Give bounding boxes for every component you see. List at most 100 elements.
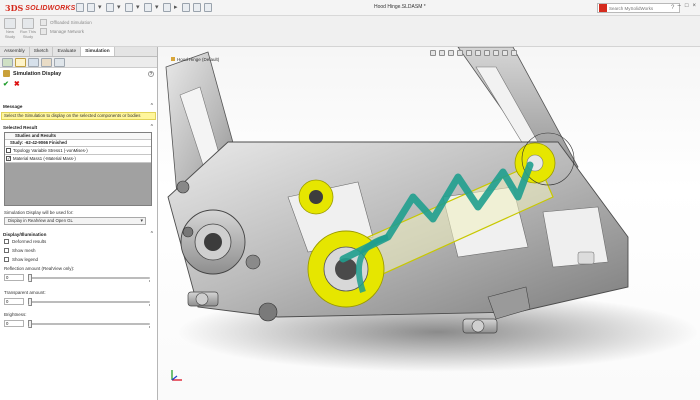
deformed-results-checkbox[interactable]: Deformed results — [4, 239, 46, 244]
play-icon[interactable]: ▸ — [174, 3, 179, 12]
reflection-slider-row: 0 — [4, 273, 154, 283]
chevron-down-icon[interactable]: ▾ — [136, 3, 141, 12]
appearance-icon[interactable] — [493, 50, 499, 56]
window-controls: – □ × — [678, 3, 696, 9]
scene-icon[interactable] — [502, 50, 508, 56]
result-item-stress[interactable]: Topology Variable Stress1 (-vonMises-) — [5, 147, 151, 155]
bracket-cutout-3 — [542, 206, 609, 268]
selected-result-section-header[interactable]: Selected Result ⌃ — [0, 123, 157, 131]
view-orientation-icon[interactable] — [466, 50, 472, 56]
manage-network-label: Manage Network — [50, 29, 85, 34]
result-checkbox[interactable] — [6, 148, 11, 153]
help-icon[interactable]: ? — [671, 5, 674, 11]
previous-view-icon[interactable] — [448, 50, 454, 56]
undo-icon[interactable] — [163, 3, 171, 12]
help-icon[interactable]: ? — [148, 70, 154, 77]
triad-icon — [171, 370, 182, 381]
quick-access-toolbar: ▾ ▾ ▾ ▾ ▸ — [76, 3, 212, 12]
transparent-label: Transparent amount: — [4, 290, 46, 295]
brightness-input[interactable]: 0 — [4, 320, 24, 327]
slot — [577, 251, 595, 265]
study-row[interactable]: Study: -62-42-9066 Finished — [5, 140, 151, 147]
chevron-up-icon: ⌃ — [149, 124, 154, 130]
feature-manager-tabs — [0, 57, 157, 68]
section-view-icon[interactable] — [457, 50, 463, 56]
title-bar: 3DS SOLIDWORKS ▾ ▾ ▾ ▾ ▸ Hood Hinge.SLDA… — [0, 0, 700, 16]
rebuild-icon[interactable] — [193, 3, 201, 12]
tree-caption-label: Hood Hinge (Default) — [177, 57, 220, 62]
search-input[interactable] — [609, 5, 669, 11]
transparent-input[interactable]: 0 — [4, 298, 24, 305]
dimxpert-icon[interactable] — [41, 57, 52, 67]
hide-show-icon[interactable] — [484, 50, 490, 56]
checkbox-box[interactable] — [4, 257, 9, 262]
graphics-area[interactable]: Hood Hinge (Default) — [158, 47, 700, 400]
manage-network-button[interactable]: Manage Network — [40, 28, 84, 35]
result-item-mass[interactable]: Material Mass1 (-Material Mass-) — [5, 155, 151, 163]
configuration-icon[interactable] — [28, 57, 39, 67]
property-manager-icon[interactable] — [15, 57, 26, 67]
result-checkbox[interactable] — [6, 156, 11, 161]
display-illumination-header-label: Display/Illumination — [3, 231, 47, 237]
chevron-down-icon[interactable]: ▾ — [117, 3, 122, 12]
file-title: Hood Hinge.SLDASM * — [374, 4, 426, 10]
display-manager-icon[interactable] — [54, 57, 65, 67]
reflection-input[interactable]: 0 — [4, 274, 24, 281]
slider-track[interactable] — [28, 323, 150, 325]
home-icon[interactable] — [76, 3, 84, 12]
show-mesh-checkbox[interactable]: Show mesh — [4, 248, 36, 253]
display-mode-value: Display in RealView and Open GL — [8, 218, 73, 223]
tab-evaluate[interactable]: Evaluate — [53, 47, 82, 56]
checkbox-box[interactable] — [4, 248, 9, 253]
display-mode-select[interactable]: Display in RealView and Open GL ▾ — [4, 217, 146, 225]
heads-up-view-toolbar — [430, 49, 517, 57]
network-icon — [40, 28, 47, 35]
chevron-down-icon[interactable]: ▾ — [98, 3, 103, 12]
slider-track[interactable] — [28, 277, 150, 279]
main-hub-bore — [204, 233, 222, 251]
options-icon[interactable] — [204, 3, 212, 12]
zoom-fit-icon[interactable] — [430, 50, 436, 56]
message-section-header[interactable]: Message ⌃ — [0, 102, 157, 110]
new-document-icon[interactable] — [87, 3, 95, 12]
view-settings-icon[interactable] — [511, 50, 517, 56]
run-study-label: Run This Study — [20, 29, 36, 39]
open-icon[interactable] — [106, 3, 114, 12]
maximize-button[interactable]: □ — [685, 3, 689, 9]
offloaded-simulation-button[interactable]: Offloaded Simulation — [40, 19, 92, 26]
bolt-head — [471, 319, 485, 333]
solidworks-logo-icon[interactable]: 3DS SOLIDWORKS — [5, 3, 76, 13]
results-header: Studies and Results — [5, 133, 151, 140]
display-style-icon[interactable] — [475, 50, 481, 56]
select-icon[interactable] — [182, 3, 190, 12]
feature-tree-flyout[interactable]: Hood Hinge (Default) — [171, 57, 219, 62]
feature-tree-icon[interactable] — [2, 57, 13, 67]
checkbox-label: Show mesh — [12, 248, 36, 253]
display-illumination-section-header[interactable]: Display/Illumination ⌃ — [0, 230, 157, 238]
print-icon[interactable] — [144, 3, 152, 12]
new-study-button[interactable]: New Study — [2, 18, 18, 39]
zoom-area-icon[interactable] — [439, 50, 445, 56]
slider-track[interactable] — [28, 301, 150, 303]
command-manager: New Study Run This Study Offloaded Simul… — [0, 16, 700, 47]
chevron-down-icon[interactable]: ▾ — [155, 3, 160, 12]
tab-assembly[interactable]: Assembly — [0, 47, 30, 56]
run-study-button[interactable]: Run This Study — [20, 18, 36, 39]
slider-ticks — [28, 304, 150, 306]
minimize-button[interactable]: – — [678, 3, 681, 9]
show-legend-checkbox[interactable]: Show legend — [4, 257, 38, 262]
tab-sketch[interactable]: Sketch — [30, 47, 54, 56]
tab-simulation[interactable]: Simulation — [81, 47, 115, 56]
hood-hinge-model[interactable] — [158, 47, 700, 400]
pm-title: Simulation Display — [13, 70, 62, 77]
message-header-label: Message — [3, 103, 23, 109]
cancel-x-icon[interactable]: ✖ — [14, 80, 20, 88]
logo-text: SOLIDWORKS — [25, 4, 76, 12]
ok-cancel-row: ✔ ✖ — [0, 79, 157, 88]
close-button[interactable]: × — [692, 3, 696, 9]
save-icon[interactable] — [125, 3, 133, 12]
ok-check-icon[interactable]: ✔ — [3, 80, 9, 88]
new-study-icon — [4, 18, 16, 29]
checkbox-box[interactable] — [4, 239, 9, 244]
search-box[interactable]: ? — [597, 3, 680, 13]
